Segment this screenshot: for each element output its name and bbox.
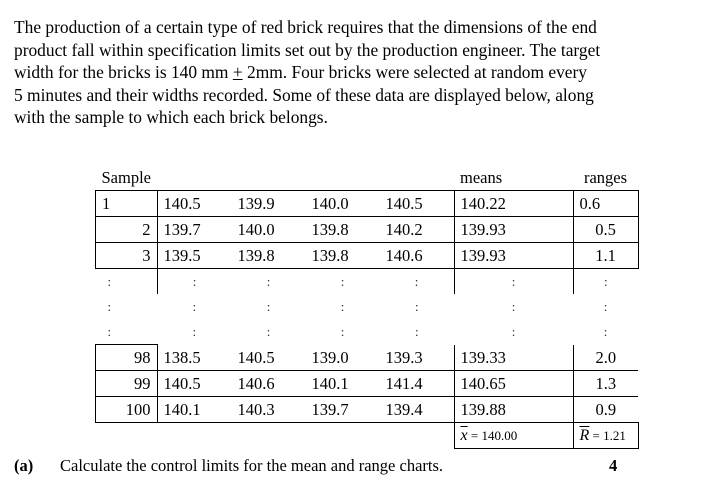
ellipsis-row: : : : : : : : [96, 268, 638, 294]
ellipsis-row: : : : : : : : [107, 324, 608, 340]
header-ranges: ranges [583, 168, 628, 187]
intro-line-4: 5 minutes and their widths recorded. Som… [14, 84, 594, 105]
mean-range: R = 1.21 [573, 422, 639, 449]
table-header-row: Sample means ranges [96, 165, 639, 191]
question-text: Calculate the control limits for the mea… [60, 456, 444, 475]
intro-line-2: product fall within specification limits… [14, 39, 601, 60]
intro-line-1: The production of a certain type of red … [14, 17, 597, 37]
ellipsis-row: : : : : : : : [107, 299, 608, 314]
problem-statement: The production of a certain type of red … [14, 16, 704, 129]
table-row: 1 140.5 139.9 140.0 140.5 140.22 0.6 [95, 190, 639, 217]
header-sample: Sample [101, 168, 152, 187]
intro-line-5: with the sample to which each brick belo… [14, 107, 328, 128]
table-row: 100 140.1 140.3 139.7 139.4 139.88 0.9 [95, 396, 638, 423]
summary-row: x = 140.00 R = 1.21 [96, 422, 639, 449]
intro-line-3: width for the bricks is 140 mm + 2mm. Fo… [14, 62, 587, 83]
table-row: 2 139.7 140.0 139.8 140.2 139.93 0.5 [95, 216, 639, 243]
grand-mean: x = 140.00 [454, 422, 574, 449]
table-row: 99 140.5 140.6 140.1 141.4 140.65 1.3 [95, 370, 638, 397]
question-a: (a) Calculate the control limits for the … [14, 456, 634, 476]
sample-data-table: Sample means ranges 1 140.5 139.9 140.0 … [95, 165, 639, 449]
table-row: 98 138.5 140.5 139.0 139.3 139.33 2.0 [95, 344, 638, 371]
question-marks: 4 [609, 456, 618, 475]
table-row: 3 139.5 139.8 139.8 140.6 139.93 1.1 [95, 242, 639, 269]
plus-minus-symbol: + [232, 62, 243, 83]
header-means: means [460, 168, 503, 187]
question-label: (a) [14, 456, 34, 475]
